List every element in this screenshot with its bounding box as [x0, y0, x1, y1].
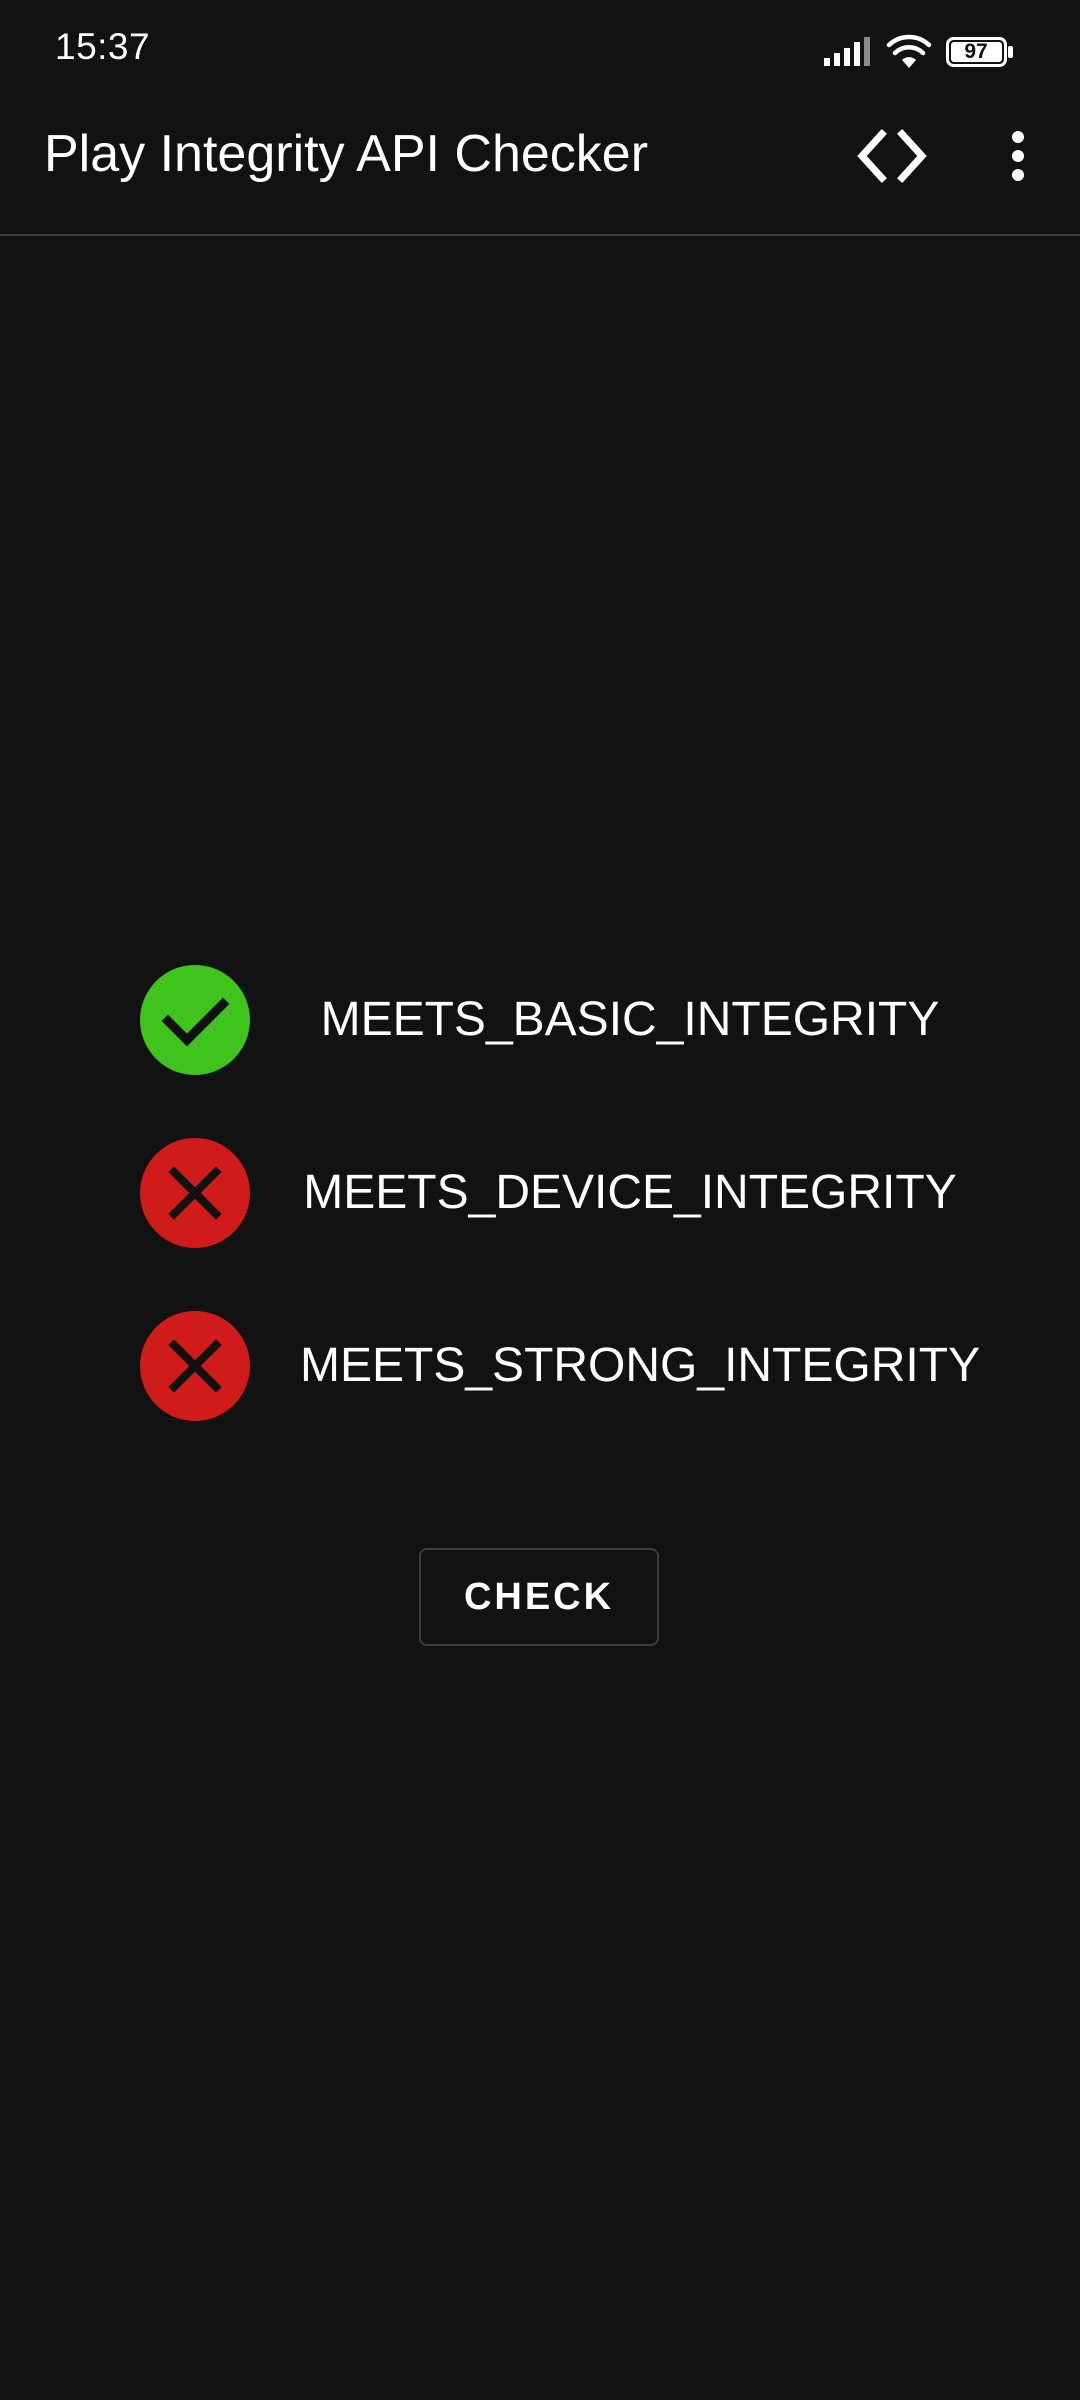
code-button[interactable] — [846, 126, 938, 186]
status-bar: 15:37 97 — [0, 0, 1080, 100]
result-row-basic: MEETS_BASIC_INTEGRITY — [0, 960, 1080, 1080]
result-row-strong: MEETS_STRONG_INTEGRITY — [0, 1306, 1080, 1426]
app-bar: Play Integrity API Checker — [0, 100, 1080, 236]
fail-badge — [140, 1138, 250, 1248]
status-time: 15:37 — [55, 26, 151, 67]
page-title: Play Integrity API Checker — [44, 125, 649, 183]
status-icons: 97 — [822, 30, 1014, 74]
check-button[interactable]: CHECK — [419, 1548, 659, 1646]
result-label: MEETS_STRONG_INTEGRITY — [300, 1339, 981, 1392]
wifi-icon — [886, 34, 932, 68]
pass-badge — [140, 965, 250, 1075]
check-icon — [161, 997, 230, 1047]
result-row-device: MEETS_DEVICE_INTEGRITY — [0, 1133, 1080, 1253]
battery-icon: 97 — [946, 37, 1014, 67]
more-vert-icon — [1012, 131, 1024, 181]
result-label: MEETS_DEVICE_INTEGRITY — [303, 1166, 957, 1219]
battery-level: 97 — [964, 40, 988, 63]
close-icon — [168, 1339, 222, 1393]
fail-badge — [140, 1311, 250, 1421]
signal-icon — [824, 37, 870, 66]
close-icon — [168, 1166, 222, 1220]
result-label: MEETS_BASIC_INTEGRITY — [320, 993, 940, 1046]
code-icon — [857, 129, 927, 183]
overflow-menu-button[interactable] — [990, 126, 1046, 186]
